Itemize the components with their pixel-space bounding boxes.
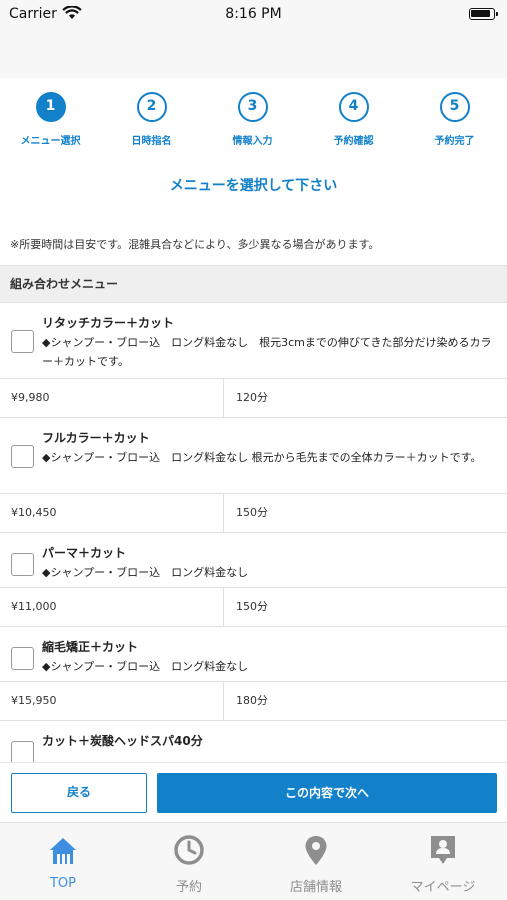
menu-name: 縮毛矯正＋カット: [42, 640, 139, 654]
status-bar: Carrier 8:16 PM: [0, 0, 507, 30]
menu-checkbox[interactable]: [11, 741, 34, 762]
menu-row[interactable]: パーマ＋カット ◆シャンプー・ブロー込 ロング料金なし: [0, 533, 507, 588]
step-label: 日時指名: [131, 136, 172, 147]
back-button[interactable]: 戻る: [11, 773, 147, 813]
menu-name: パーマ＋カット: [42, 546, 127, 560]
menu-price: ¥10,450: [0, 494, 224, 532]
menu-row[interactable]: フルカラー＋カット ◆シャンプー・ブロー込 ロング料金なし 根元から毛先までの全…: [0, 418, 507, 494]
navigation-bar: [0, 30, 507, 78]
menu-price: ¥11,000: [0, 588, 224, 626]
menu-checkbox[interactable]: [11, 553, 34, 576]
step-2: 2 日時指名: [101, 92, 202, 147]
menu-duration: 180分: [236, 694, 268, 707]
menu-list[interactable]: リタッチカラー＋カット ◆シャンプー・ブロー込 ロング料金なし 根元3cmまでの…: [0, 303, 507, 762]
tab-my-page[interactable]: マイページ: [380, 823, 506, 900]
action-bar: 戻る この内容で次へ: [0, 762, 507, 822]
menu-duration: 150分: [236, 600, 268, 613]
clock-time: 8:16 PM: [225, 6, 282, 22]
menu-item: パーマ＋カット ◆シャンプー・ブロー込 ロング料金なし ¥11,000 150分: [0, 533, 507, 627]
step-number: 5: [439, 92, 470, 122]
step-number: 1: [35, 92, 66, 122]
step-1: 1 メニュー選択: [0, 92, 101, 147]
step-label: 予約確認: [333, 136, 374, 147]
menu-row[interactable]: リタッチカラー＋カット ◆シャンプー・ブロー込 ロング料金なし 根元3cmまでの…: [0, 303, 507, 379]
step-3: 3 情報入力: [202, 92, 303, 147]
step-label: メニュー選択: [20, 136, 81, 147]
menu-price: ¥15,950: [0, 682, 224, 720]
tab-label: 店舗情報: [289, 880, 342, 895]
step-5: 5 予約完了: [404, 92, 505, 147]
menu-meta: ¥11,000 150分: [0, 588, 507, 626]
menu-meta: ¥15,950 180分: [0, 682, 507, 720]
step-4: 4 予約確認: [303, 92, 404, 147]
step-number: 2: [136, 92, 167, 122]
tab-label: TOP: [49, 876, 76, 891]
menu-duration: 150分: [236, 506, 268, 519]
tab-label: 予約: [175, 880, 202, 895]
menu-checkbox[interactable]: [11, 445, 34, 468]
menu-name: カット＋炭酸ヘッドスパ40分: [42, 734, 203, 748]
page-title: メニューを選択して下さい: [169, 178, 338, 194]
step-indicator: 1 メニュー選択 2 日時指名 3 情報入力 4 予約確認 5 予約完了: [0, 92, 507, 162]
menu-item: リタッチカラー＋カット ◆シャンプー・ブロー込 ロング料金なし 根元3cmまでの…: [0, 303, 507, 418]
menu-description: ◆シャンプー・ブロー込 ロング料金なし: [42, 660, 249, 673]
section-header: 組み合わせメニュー: [0, 265, 507, 303]
menu-name: フルカラー＋カット: [42, 431, 150, 445]
step-number: 4: [338, 92, 369, 122]
menu-item: フルカラー＋カット ◆シャンプー・ブロー込 ロング料金なし 根元から毛先までの全…: [0, 418, 507, 533]
menu-name: リタッチカラー＋カット: [42, 316, 175, 330]
tab-top[interactable]: TOP: [0, 823, 126, 900]
tab-reservation[interactable]: 予約: [126, 823, 252, 900]
tab-label: マイページ: [410, 880, 476, 895]
menu-item: カット＋炭酸ヘッドスパ40分: [0, 721, 507, 762]
home-icon: [50, 838, 76, 864]
tab-store-info[interactable]: 店舗情報: [253, 823, 379, 900]
menu-price: ¥9,980: [0, 379, 224, 417]
profile-icon: [431, 836, 455, 864]
step-number: 3: [237, 92, 268, 122]
menu-checkbox[interactable]: [11, 330, 34, 353]
menu-checkbox[interactable]: [11, 647, 34, 670]
next-button[interactable]: この内容で次へ: [157, 773, 497, 813]
menu-duration: 120分: [236, 391, 268, 404]
step-label: 情報入力: [232, 136, 273, 147]
menu-description: ◆シャンプー・ブロー込 ロング料金なし 根元から毛先までの全体カラー＋カットです…: [42, 451, 482, 464]
menu-row[interactable]: カット＋炭酸ヘッドスパ40分: [0, 721, 507, 762]
duration-notice: ※所要時間は目安です。混雑具合などにより、多少異なる場合があります。: [10, 238, 380, 251]
menu-description: ◆シャンプー・ブロー込 ロング料金なし 根元3cmまでの伸びてきた部分だけ染める…: [42, 336, 492, 368]
battery-icon: [469, 8, 498, 20]
menu-meta: ¥9,980 120分: [0, 379, 507, 417]
menu-description: ◆シャンプー・ブロー込 ロング料金なし: [42, 566, 249, 579]
menu-row[interactable]: 縮毛矯正＋カット ◆シャンプー・ブロー込 ロング料金なし: [0, 627, 507, 682]
tab-bar: TOP 予約 店舗情報 マイページ: [0, 822, 507, 900]
clock-icon: [174, 835, 204, 865]
menu-meta: ¥10,450 150分: [0, 494, 507, 532]
location-pin-icon: [305, 836, 327, 865]
menu-item: 縮毛矯正＋カット ◆シャンプー・ブロー込 ロング料金なし ¥15,950 180…: [0, 627, 507, 721]
step-label: 予約完了: [434, 136, 475, 147]
